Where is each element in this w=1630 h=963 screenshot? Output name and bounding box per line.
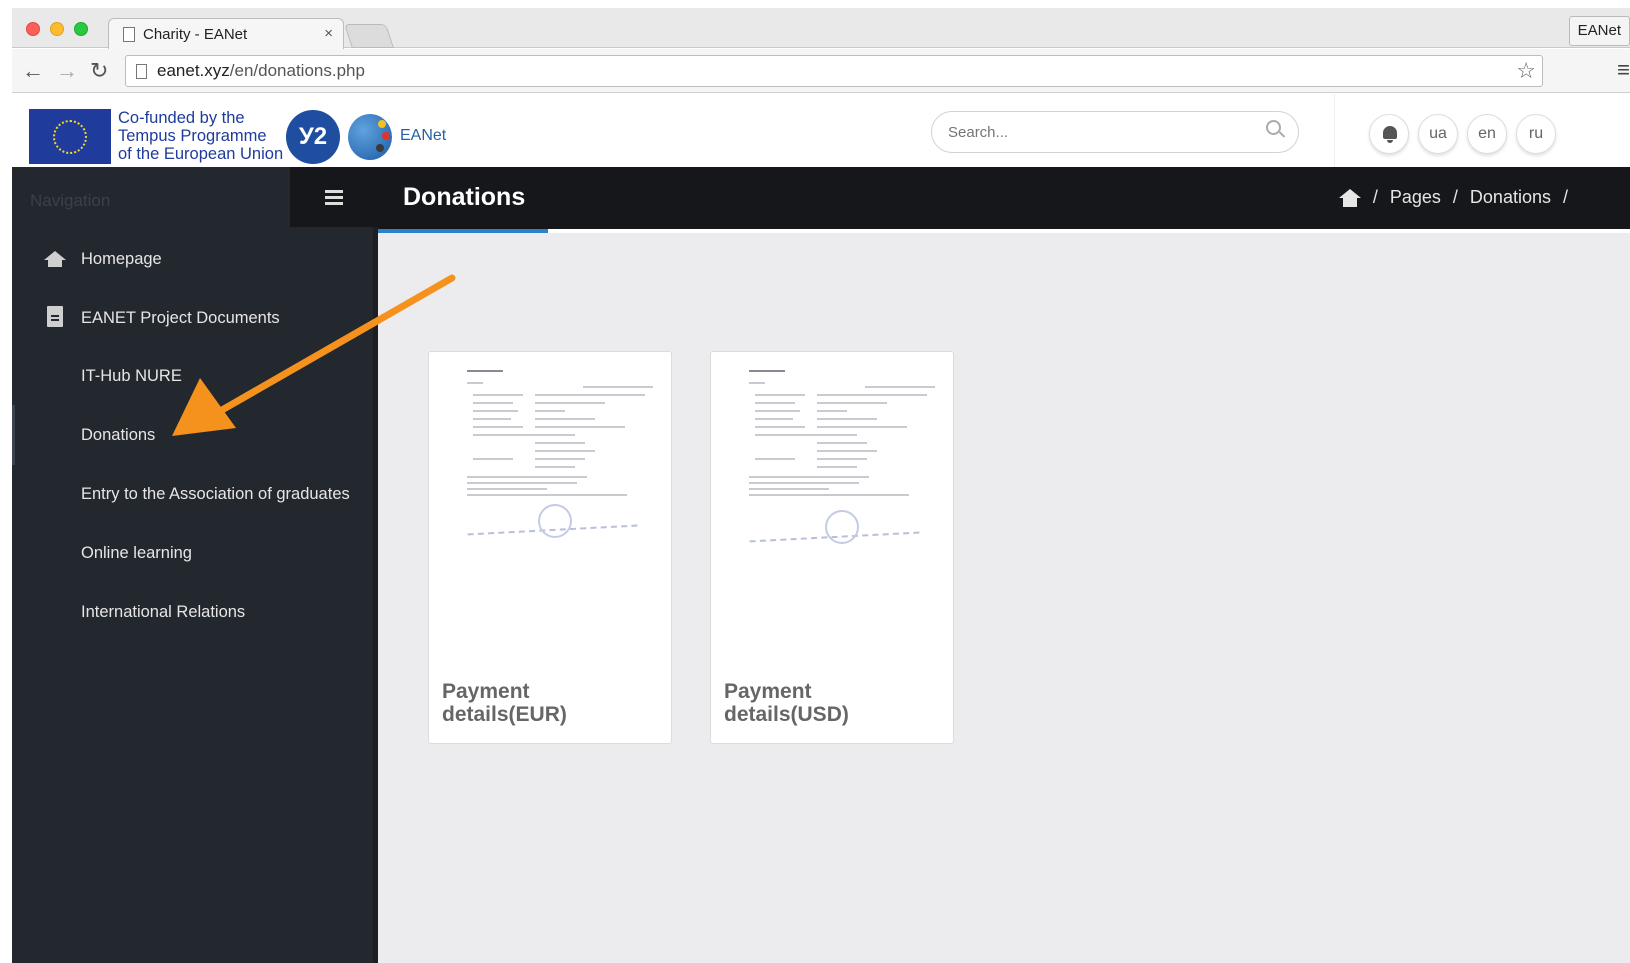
document-icon bbox=[47, 306, 63, 327]
bookmark-star-icon[interactable]: ☆ bbox=[1516, 58, 1536, 84]
sidebar-item-donations[interactable]: Donations bbox=[81, 426, 155, 445]
address-bar[interactable]: eanet.xyz/en/donations.php ☆ bbox=[125, 55, 1543, 87]
document-thumbnail bbox=[443, 364, 659, 664]
card-caption[interactable]: Payment details(USD) bbox=[724, 680, 944, 726]
sidebar: Navigation Homepage EANET Project Docume… bbox=[12, 167, 378, 963]
main-content: Payment details(EUR) Payment details(USD… bbox=[378, 233, 1630, 963]
sidebar-item-project-documents[interactable]: EANET Project Documents bbox=[81, 309, 280, 328]
eu-flag-logo bbox=[29, 109, 111, 164]
bell-icon bbox=[1383, 126, 1397, 143]
payment-card-eur[interactable]: Payment details(EUR) bbox=[428, 351, 672, 744]
hamburger-icon bbox=[325, 196, 343, 199]
header-divider bbox=[1334, 94, 1335, 167]
card-caption-line: Payment bbox=[724, 680, 812, 703]
window-close-button[interactable] bbox=[26, 22, 40, 36]
sidebar-heading: Navigation bbox=[30, 191, 111, 210]
site-header: Co-funded by the Tempus Programme of the… bbox=[12, 94, 1630, 167]
page-icon bbox=[123, 26, 135, 42]
reload-icon[interactable]: ↻ bbox=[90, 58, 108, 84]
active-item-indicator bbox=[12, 405, 15, 465]
back-arrow-icon[interactable]: ← bbox=[22, 58, 44, 84]
page-title: Donations bbox=[403, 183, 526, 211]
card-caption-line: details(USD) bbox=[724, 703, 849, 726]
breadcrumb: / Pages / Donations / bbox=[1338, 187, 1568, 208]
tab-close-icon[interactable]: × bbox=[324, 25, 333, 42]
site-name[interactable]: EANet bbox=[400, 127, 446, 145]
notifications-button[interactable] bbox=[1369, 114, 1409, 154]
window-zoom-button[interactable] bbox=[74, 22, 88, 36]
breadcrumb-separator: / bbox=[1562, 187, 1568, 207]
tab-title: Charity - EANet bbox=[143, 25, 248, 43]
globe-dot bbox=[382, 132, 390, 140]
card-caption-line: Payment bbox=[442, 680, 530, 703]
sidebar-item-homepage[interactable]: Homepage bbox=[81, 250, 162, 269]
card-caption-line: details(EUR) bbox=[442, 703, 567, 726]
breadcrumb-pages[interactable]: Pages bbox=[1390, 187, 1441, 208]
window-minimize-button[interactable] bbox=[50, 22, 64, 36]
hamburger-icon bbox=[325, 190, 343, 193]
sidebar-item-it-hub[interactable]: IT-Hub NURE bbox=[81, 367, 182, 386]
url-path: /en/donations.php bbox=[229, 61, 365, 80]
lang-ru-button[interactable]: ru bbox=[1516, 114, 1556, 154]
cofund-line: Tempus Programme bbox=[118, 127, 267, 145]
new-tab-button[interactable] bbox=[344, 24, 394, 48]
profile-button[interactable]: EANet bbox=[1568, 16, 1630, 46]
home-icon bbox=[44, 251, 66, 267]
cofund-line: Co-funded by the bbox=[118, 109, 245, 127]
breadcrumb-separator: / bbox=[1452, 187, 1458, 207]
url-host: eanet.xyz bbox=[157, 61, 230, 80]
sidebar-item-graduates[interactable]: Entry to the Association of graduates bbox=[81, 485, 350, 504]
eu-stars-icon bbox=[53, 120, 87, 154]
breadcrumb-donations[interactable]: Donations bbox=[1470, 187, 1551, 208]
sidebar-toggle-button[interactable] bbox=[290, 167, 378, 227]
document-thumbnail bbox=[725, 364, 941, 664]
globe-dot bbox=[376, 144, 384, 152]
page-title-bar: Donations / Pages / Donations / bbox=[378, 167, 1630, 233]
hamburger-icon bbox=[325, 202, 343, 205]
sidebar-item-international-relations[interactable]: International Relations bbox=[81, 603, 245, 622]
cofund-line: of the European Union bbox=[118, 145, 284, 163]
browser-tab-bar: Charity - EANet × EANet bbox=[12, 8, 1630, 49]
browser-tab[interactable]: Charity - EANet × bbox=[108, 18, 344, 49]
university-logo[interactable]: У2 bbox=[286, 110, 340, 164]
search-input[interactable] bbox=[931, 111, 1299, 153]
sidebar-item-online-learning[interactable]: Online learning bbox=[81, 544, 192, 563]
stamp-mark bbox=[538, 504, 572, 538]
browser-toolbar: ← → ↻ eanet.xyz/en/donations.php ☆ ≡ bbox=[12, 49, 1630, 93]
page-icon bbox=[136, 63, 147, 79]
breadcrumb-home-icon[interactable] bbox=[1338, 188, 1361, 207]
breadcrumb-separator: / bbox=[1372, 187, 1378, 207]
forward-arrow-icon[interactable]: → bbox=[56, 58, 78, 84]
eanet-globe-logo[interactable] bbox=[348, 114, 392, 160]
globe-dot bbox=[378, 120, 386, 128]
payment-card-usd[interactable]: Payment details(USD) bbox=[710, 351, 954, 744]
stamp-mark bbox=[825, 510, 859, 544]
card-caption[interactable]: Payment details(EUR) bbox=[442, 680, 662, 726]
lang-en-button[interactable]: en bbox=[1467, 114, 1507, 154]
lang-ua-button[interactable]: ua bbox=[1418, 114, 1458, 154]
browser-menu-icon[interactable]: ≡ bbox=[1617, 57, 1630, 83]
cofund-text: Co-funded by the Tempus Programme of the… bbox=[118, 109, 283, 163]
search-icon[interactable] bbox=[1266, 120, 1281, 135]
